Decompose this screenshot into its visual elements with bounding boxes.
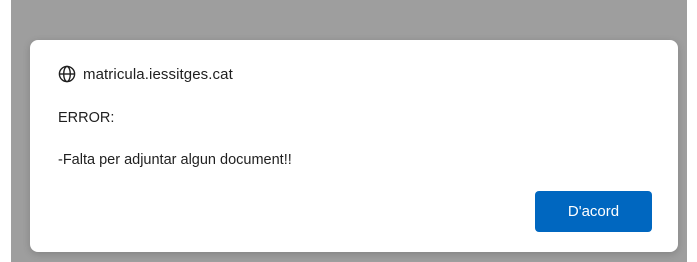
globe-icon: [58, 65, 76, 83]
alert-dialog: matricula.iessitges.cat ERROR: -Falta pe…: [30, 40, 678, 252]
ok-button[interactable]: D'acord: [535, 191, 652, 232]
dialog-message-body: -Falta per adjuntar algun document!!: [58, 152, 292, 168]
dialog-origin: matricula.iessitges.cat: [58, 64, 233, 84]
dialog-message-title: ERROR:: [58, 110, 115, 126]
dialog-origin-text: matricula.iessitges.cat: [83, 65, 233, 83]
